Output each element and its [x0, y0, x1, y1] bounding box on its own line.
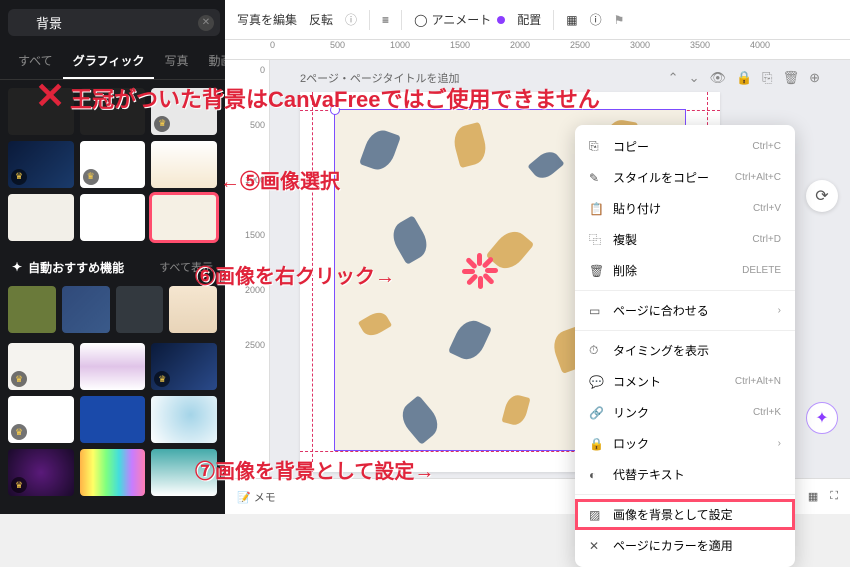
crown-icon: ♛: [154, 116, 170, 132]
asset-thumb[interactable]: ♛: [8, 449, 74, 496]
ctx-duplicate[interactable]: ⿻複製Ctrl+D: [575, 224, 795, 255]
ctx-paste[interactable]: 📋貼り付けCtrl+V: [575, 193, 795, 224]
main-area: 写真を編集 反転 ⓘ ≡ ◯ アニメート 配置 ▦ ⓘ ⚑ 0500100015…: [225, 0, 850, 514]
ctx-link[interactable]: 🔗リンクCtrl+K: [575, 397, 795, 428]
asset-thumb[interactable]: ♛: [8, 343, 74, 390]
info-icon[interactable]: ⓘ: [345, 11, 357, 28]
tab-all[interactable]: すべて: [8, 44, 63, 79]
tab-photo[interactable]: 写真: [154, 44, 198, 79]
ctx-copy[interactable]: ⎘コピーCtrl+C: [575, 131, 795, 162]
ctx-fit-page[interactable]: ▭ページに合わせる›: [575, 295, 795, 326]
crown-icon: ♛: [11, 424, 27, 440]
annotation-cursor-spinner: [462, 253, 498, 289]
asset-thumb-selected[interactable]: [151, 194, 217, 241]
tab-graphic[interactable]: グラフィック: [63, 44, 155, 79]
chevron-down-icon[interactable]: ⌄: [689, 70, 700, 86]
asset-thumb[interactable]: ♛: [8, 396, 74, 443]
recommend-section: ✦ 自動おすすめ機能 すべて表示: [0, 249, 225, 280]
ctx-copy-style[interactable]: ✎スタイルをコピーCtrl+Alt+C: [575, 162, 795, 193]
edit-photo-button[interactable]: 写真を編集: [237, 11, 297, 28]
ctx-delete[interactable]: 🗑削除DELETE: [575, 255, 795, 286]
asset-thumb[interactable]: [151, 396, 217, 443]
recommend-thumb[interactable]: [62, 286, 110, 334]
eye-icon[interactable]: 👁: [709, 70, 726, 86]
ctx-comment[interactable]: 💬コメントCtrl+Alt+N: [575, 366, 795, 397]
animate-button[interactable]: ◯ アニメート: [414, 11, 505, 28]
annotation-x-icon: ✕: [35, 75, 65, 117]
ctx-set-background[interactable]: ▨画像を背景として設定: [575, 499, 795, 530]
crown-icon: ♛: [83, 169, 99, 185]
position-button[interactable]: 配置: [517, 11, 541, 28]
add-page-icon[interactable]: ⊕: [809, 70, 820, 86]
page-title[interactable]: 2ページ・ページタイトルを追加: [300, 70, 459, 86]
asset-thumb[interactable]: [80, 194, 146, 241]
asset-thumb[interactable]: ♛: [151, 88, 217, 135]
ruler-horizontal: 05001000150020002500300035004000: [225, 40, 850, 60]
transparency-icon[interactable]: ▦: [566, 13, 577, 27]
clear-search-icon[interactable]: ✕: [198, 15, 214, 31]
chevron-up-icon[interactable]: ⌃: [668, 70, 679, 86]
grid-view-icon[interactable]: ▦: [808, 490, 818, 503]
sidebar: 🔍 ✕ ⚙ すべて グラフィック 写真 動画 図形 ♛ ♛ ♛ ✦ 自動おすすめ…: [0, 0, 225, 514]
ctx-alt-text[interactable]: ◐代替テキスト: [575, 459, 795, 490]
ctx-apply-color[interactable]: ✕ページにカラーを適用: [575, 530, 795, 561]
asset-thumb[interactable]: ♛: [8, 141, 74, 188]
results-grid: ♛ ♛ ♛: [0, 80, 225, 249]
asset-thumb[interactable]: [80, 396, 146, 443]
section-title: 自動おすすめ機能: [28, 259, 124, 276]
asset-thumb[interactable]: [80, 449, 146, 496]
search-input[interactable]: [8, 9, 220, 36]
magic-button[interactable]: ✦: [806, 402, 838, 434]
lock-page-icon[interactable]: 🔒: [736, 70, 752, 86]
crown-icon: ♛: [11, 371, 27, 387]
delete-page-icon[interactable]: 🗑: [783, 70, 800, 86]
crown-icon: ♛: [154, 371, 170, 387]
sidebar-tabs: すべて グラフィック 写真 動画 図形: [0, 44, 225, 80]
see-all-link[interactable]: すべて表示: [159, 259, 213, 275]
context-menu: ⎘コピーCtrl+C ✎スタイルをコピーCtrl+Alt+C 📋貼り付けCtrl…: [575, 125, 795, 567]
flip-button[interactable]: 反転: [309, 11, 333, 28]
page-header: 2ページ・ページタイトルを追加 ⌃ ⌄ 👁 🔒 ⎘ 🗑 ⊕: [300, 70, 820, 86]
align-icon[interactable]: ≡: [382, 13, 389, 27]
top-toolbar: 写真を編集 反転 ⓘ ≡ ◯ アニメート 配置 ▦ ⓘ ⚑: [225, 0, 850, 40]
crown-icon: ♛: [11, 477, 27, 493]
asset-thumb[interactable]: [151, 141, 217, 188]
recommend-thumb[interactable]: [8, 286, 56, 334]
crown-icon: ♛: [11, 169, 27, 185]
recommend-thumb[interactable]: [116, 286, 164, 334]
asset-thumb[interactable]: [80, 343, 146, 390]
ctx-timing[interactable]: ⏱タイミングを表示: [575, 335, 795, 366]
ruler-vertical: 05001000150020002500: [225, 60, 270, 478]
notes-button[interactable]: 📝 メモ: [237, 489, 276, 505]
search-bar: 🔍 ✕ ⚙: [0, 0, 225, 44]
recommend-thumb[interactable]: [169, 286, 217, 334]
asset-thumb[interactable]: ♛: [151, 343, 217, 390]
asset-thumb[interactable]: ♛: [80, 141, 146, 188]
asset-thumb[interactable]: [151, 449, 217, 496]
asset-thumb[interactable]: [80, 88, 146, 135]
sync-button[interactable]: ⟳: [806, 180, 838, 212]
asset-thumb[interactable]: [8, 194, 74, 241]
fullscreen-icon[interactable]: ⛶: [830, 490, 838, 503]
duplicate-page-icon[interactable]: ⎘: [762, 70, 772, 86]
info2-icon[interactable]: ⓘ: [590, 11, 602, 28]
lock-tb-icon[interactable]: ⚑: [614, 13, 625, 27]
ctx-lock[interactable]: 🔒ロック›: [575, 428, 795, 459]
